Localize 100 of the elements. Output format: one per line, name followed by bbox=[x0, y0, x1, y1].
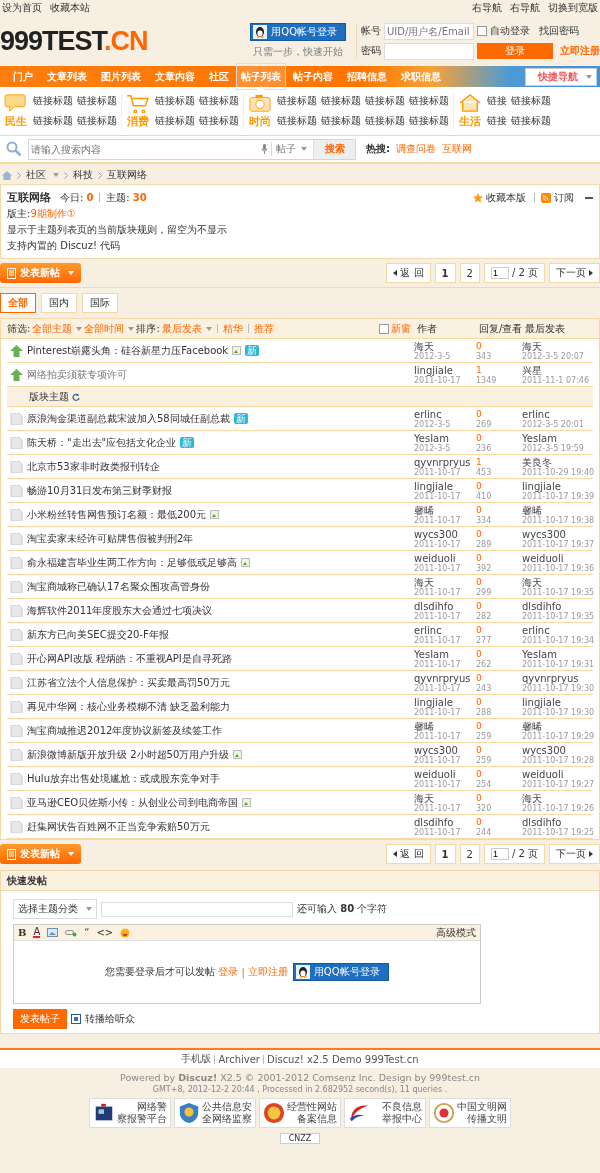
category-link[interactable]: 链接标题 bbox=[155, 94, 195, 108]
top-link[interactable]: 右导航 bbox=[472, 1, 502, 15]
advanced-mode-link[interactable]: 高级模式 bbox=[436, 925, 476, 940]
category-link[interactable]: 链接标题 bbox=[199, 94, 239, 108]
search-field[interactable]: 请输入搜索内容 帖子 搜索 bbox=[28, 138, 356, 160]
filter-tab[interactable]: 国内 bbox=[41, 293, 77, 313]
author-name[interactable]: wycs300 bbox=[414, 744, 476, 756]
thread-title[interactable]: 淘宝商城推迟2012年度协议新签及续签工作 bbox=[27, 723, 223, 738]
thread-title[interactable]: 畅游10月31日发布第三财季财报 bbox=[27, 483, 173, 498]
page-number[interactable]: 2 bbox=[459, 844, 480, 864]
thread-title[interactable]: 开心网API改版 程炳皓：不重视API是自寻死路 bbox=[27, 651, 232, 666]
certification-badge[interactable]: 公共信息安 全网络监察 bbox=[174, 1098, 256, 1128]
thread-title[interactable]: 亚马逊CEO贝佐斯小传：从创业公司到电商帝国 bbox=[27, 795, 239, 810]
forgot-password-link[interactable]: 找回密码 bbox=[539, 24, 579, 38]
top-link[interactable]: 右导航 bbox=[510, 1, 540, 15]
author-name[interactable]: erlinc bbox=[414, 408, 476, 420]
author-name[interactable]: lingjiale bbox=[414, 364, 476, 376]
thread-title[interactable]: 陈天桥："走出去"应包括文化企业 bbox=[27, 435, 177, 450]
author-name[interactable]: dlsdihfo bbox=[414, 600, 476, 612]
thread-title[interactable]: Hulu放弃出售处境尴尬：或成股东竞争对手 bbox=[27, 771, 220, 786]
category-link[interactable]: 链接标题 bbox=[277, 114, 317, 128]
qq-login-button[interactable]: 用QQ帐号登录 bbox=[250, 23, 347, 41]
account-field[interactable]: UID/用户名/Email bbox=[384, 22, 474, 40]
page-number[interactable]: 1 bbox=[434, 844, 456, 864]
page-number[interactable]: 1 bbox=[434, 263, 456, 283]
thread-title[interactable]: 网络拍卖须获专项许可 bbox=[27, 367, 127, 382]
author-name[interactable]: dlsdihfo bbox=[414, 816, 476, 828]
category-link[interactable]: 链接标题 bbox=[77, 94, 117, 108]
author-name[interactable]: erlinc bbox=[414, 624, 476, 636]
thread-title[interactable]: 淘宝商城称已确认17名聚众围攻高管身份 bbox=[27, 579, 210, 594]
last-poster[interactable]: wycs300 bbox=[522, 528, 590, 540]
code-button[interactable]: <> bbox=[96, 927, 114, 938]
category-link[interactable]: 链接标题 bbox=[33, 114, 73, 128]
category-link[interactable]: 链接标题 bbox=[321, 114, 361, 128]
last-poster[interactable]: 美良冬 bbox=[522, 456, 590, 468]
password-field[interactable] bbox=[384, 42, 474, 60]
subscribe-link[interactable]: 订阅 bbox=[554, 190, 574, 205]
last-poster[interactable]: lingjiale bbox=[522, 480, 590, 492]
thread-title[interactable]: 俞永福建言毕业生两工作方向：足够低或足够高 bbox=[27, 555, 237, 570]
title-field[interactable] bbox=[101, 901, 293, 917]
thread-title[interactable]: 新浪微博新版开放升级 2小时超50万用户升级 bbox=[27, 747, 230, 762]
breadcrumb-link[interactable]: 互联网络 bbox=[107, 168, 147, 182]
thread-title[interactable]: 淘宝卖家未经许可贴牌售假被判刑2年 bbox=[27, 531, 194, 546]
link-icon[interactable] bbox=[65, 928, 78, 937]
certification-badge[interactable]: 不良信息 举报中心 bbox=[344, 1098, 426, 1128]
back-button[interactable]: 返 回 bbox=[386, 844, 431, 864]
category-link[interactable]: 链接标题 bbox=[277, 94, 317, 108]
last-poster[interactable]: YesIam bbox=[522, 648, 590, 660]
thread-title[interactable]: 原浪淘金渠道副总裁宋波加入58同城任副总裁 bbox=[27, 411, 230, 426]
checkbox[interactable] bbox=[71, 1014, 81, 1024]
back-button[interactable]: 返 回 bbox=[386, 263, 431, 283]
author-name[interactable]: weiduoli bbox=[414, 552, 476, 564]
page-number[interactable]: 2 bbox=[459, 263, 480, 283]
site-logo[interactable]: 999TEST.CN bbox=[0, 25, 244, 57]
footer-link[interactable]: Archiver bbox=[218, 1053, 260, 1065]
last-poster[interactable]: 海天 bbox=[522, 792, 590, 804]
footer-link[interactable]: Discuz! x2.5 Demo 999Test.cn bbox=[266, 1053, 419, 1065]
certification-badge[interactable]: 经营性网站 备案信息 bbox=[259, 1098, 341, 1128]
search-scope-select[interactable]: 帖子 bbox=[271, 142, 296, 156]
certification-badge[interactable]: 中国文明网 传播文明 bbox=[429, 1098, 511, 1128]
thread-title[interactable]: 赶集网状告百姓网不正当竞争索赔50万元 bbox=[27, 819, 210, 834]
microphone-icon[interactable] bbox=[261, 144, 268, 154]
author-name[interactable]: wycs300 bbox=[414, 528, 476, 540]
last-poster[interactable]: dlsdihfo bbox=[522, 600, 590, 612]
last-poster[interactable]: YesIam bbox=[522, 432, 590, 444]
category-link[interactable]: 链接 bbox=[487, 94, 507, 108]
author-name[interactable]: qyvnrpryus bbox=[414, 672, 476, 684]
favorite-link[interactable]: 收藏本版 bbox=[486, 190, 526, 205]
page-input[interactable]: 1 bbox=[490, 267, 509, 279]
page-input[interactable]: 1 bbox=[490, 848, 509, 860]
last-poster[interactable]: erlinc bbox=[522, 408, 590, 420]
qq-login-button[interactable]: 用QQ帐号登录 bbox=[292, 963, 389, 981]
filter-tab[interactable]: 国际 bbox=[82, 293, 118, 313]
font-color-button[interactable]: A bbox=[33, 927, 41, 938]
last-poster[interactable]: wycs300 bbox=[522, 744, 590, 756]
author-name[interactable]: YesIam bbox=[414, 432, 476, 444]
last-poster[interactable]: dlsdihfo bbox=[522, 816, 590, 828]
category-select[interactable]: 选择主题分类 bbox=[13, 899, 97, 919]
smiley-icon[interactable] bbox=[120, 927, 131, 938]
author-name[interactable]: 海天 bbox=[414, 792, 476, 804]
quick-nav-button[interactable]: 快捷导航 bbox=[525, 67, 597, 86]
last-poster[interactable]: 馨晞 bbox=[522, 504, 590, 516]
footer-link[interactable]: 手机版 bbox=[181, 1052, 212, 1066]
thread-title[interactable]: 江苏省立法个人信息保护：买卖最高罚50万元 bbox=[27, 675, 230, 690]
thread-title[interactable]: 再见中华网：核心业务模糊不清 缺乏盈利能力 bbox=[27, 699, 231, 714]
certification-badge[interactable]: 网络警 察报警平台 bbox=[89, 1098, 171, 1128]
last-poster[interactable]: qyvnrpryus bbox=[522, 672, 590, 684]
last-poster[interactable]: lingjiale bbox=[522, 696, 590, 708]
category-link[interactable]: 链接标题 bbox=[321, 94, 361, 108]
category-link[interactable]: 链接标题 bbox=[409, 114, 449, 128]
last-poster[interactable]: 馨晞 bbox=[522, 720, 590, 732]
checkbox[interactable] bbox=[379, 323, 389, 334]
next-page-button[interactable]: 下一页 bbox=[549, 263, 600, 283]
author-name[interactable]: 馨晞 bbox=[414, 720, 476, 732]
author-name[interactable]: lingjiale bbox=[414, 480, 476, 492]
last-poster[interactable]: 海天 bbox=[522, 576, 590, 588]
author-name[interactable]: 海天 bbox=[414, 340, 476, 352]
collapse-icon[interactable] bbox=[585, 196, 593, 199]
author-name[interactable]: weiduoli bbox=[414, 768, 476, 780]
checkbox[interactable] bbox=[477, 26, 487, 36]
